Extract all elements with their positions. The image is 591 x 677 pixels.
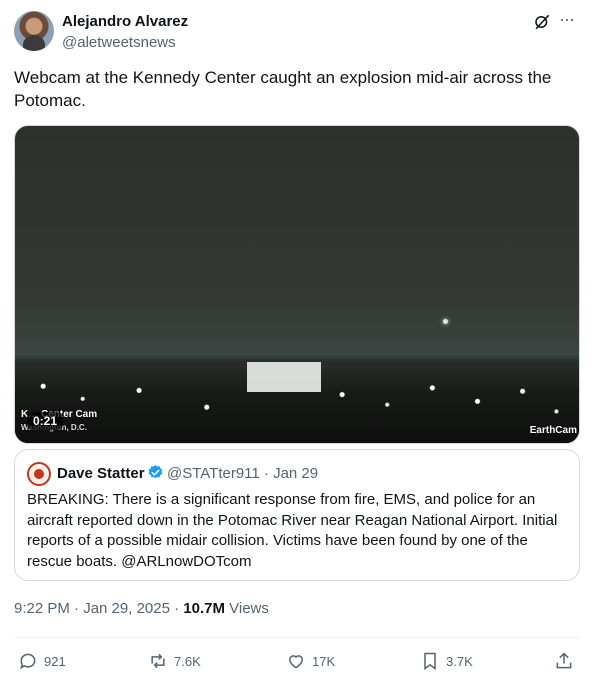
repost-count: 7.6K <box>174 653 201 669</box>
like-button[interactable]: 17K <box>286 650 335 672</box>
timestamp[interactable]: 9:22 PM · Jan 29, 2025 · <box>14 600 183 617</box>
earthcam-watermark: EarthCam <box>529 425 577 436</box>
tweet-meta: 9:22 PM · Jan 29, 2025 · 10.7M Views <box>14 600 269 617</box>
reply-count: 921 <box>44 653 66 669</box>
repost-button[interactable]: 7.6K <box>148 650 201 672</box>
sky-light <box>443 319 448 324</box>
quote-handle-date: @STATter911 · Jan 29 <box>167 465 319 482</box>
verified-badge-icon <box>148 465 163 479</box>
heart-icon <box>288 655 304 669</box>
tweet-text: Webcam at the Kennedy Center caught an e… <box>14 68 552 110</box>
kennedy-center-building <box>247 362 321 392</box>
reply-icon <box>20 653 36 670</box>
bookmark-count: 3.7K <box>446 653 473 669</box>
share-icon <box>556 652 572 669</box>
views-label: Views <box>224 600 269 617</box>
grok-icon[interactable] <box>533 13 551 31</box>
share-button[interactable] <box>554 650 574 672</box>
more-icon[interactable]: ··· <box>559 10 579 30</box>
divider <box>14 637 580 638</box>
reply-button[interactable]: 921 <box>18 650 66 672</box>
author-name[interactable]: Alejandro Alvarez <box>62 13 188 30</box>
action-bar: 921 7.6K 17K 3.7K <box>14 650 580 674</box>
video-duration: 0:21 <box>27 412 64 430</box>
bookmark-button[interactable]: 3.7K <box>420 650 473 672</box>
quote-text: BREAKING: There is a significant respons… <box>27 491 558 570</box>
tweet-header: Alejandro Alvarez @aletweetsnews ··· <box>14 10 579 55</box>
author-handle[interactable]: @aletweetsnews <box>62 34 176 51</box>
quote-author-name: Dave Statter <box>57 465 145 482</box>
bookmark-icon <box>424 652 436 670</box>
quote-author-avatar <box>27 462 51 486</box>
video-player[interactable]: K… Center Cam Washington, D.C. 0:21 Eart… <box>14 125 580 444</box>
quoted-tweet[interactable]: Dave Statter @STATter911 · Jan 29 BREAKI… <box>14 449 580 581</box>
author-avatar[interactable] <box>14 11 54 51</box>
repost-icon <box>151 653 165 669</box>
views-count: 10.7M <box>183 600 225 617</box>
like-count: 17K <box>312 653 336 669</box>
